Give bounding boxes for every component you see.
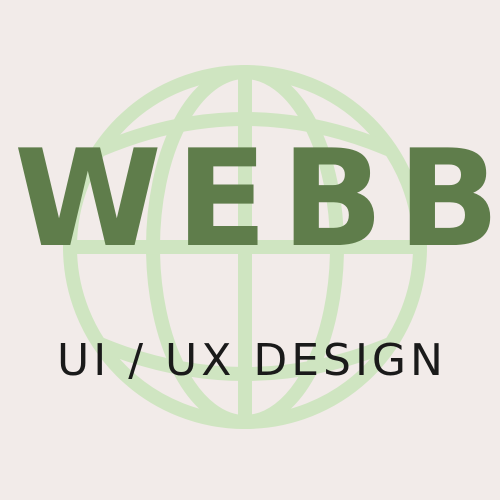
logo-canvas: WEBB UI / UX DESIGN <box>0 0 500 500</box>
tagline: UI / UX DESIGN <box>57 335 447 386</box>
brand-name: WEBB <box>14 121 500 277</box>
